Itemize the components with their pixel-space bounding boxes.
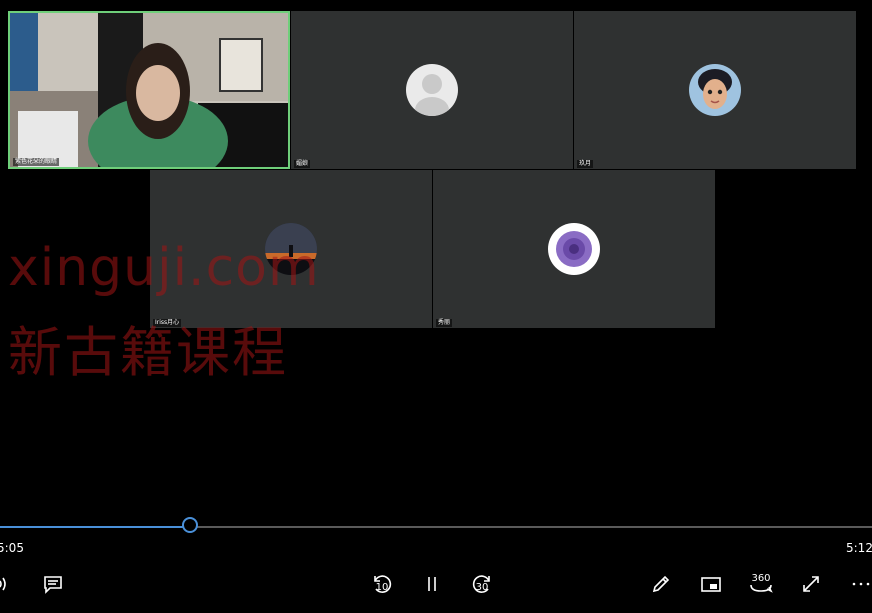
seek-progress xyxy=(0,526,191,528)
participant-name: 媚娘 xyxy=(294,160,311,168)
volume-button[interactable] xyxy=(0,570,18,598)
skip-back-button[interactable]: 10 xyxy=(367,570,397,598)
fullscreen-button[interactable] xyxy=(796,570,826,598)
skip-forward-button[interactable]: 30 xyxy=(467,570,497,598)
participant-name: 玖月 xyxy=(577,160,594,168)
skip-forward-label: 30 xyxy=(475,582,489,593)
participant-tile-1[interactable]: 紫色花朵的眼睛 xyxy=(8,11,290,169)
more-button[interactable] xyxy=(846,570,872,598)
mini-view-button[interactable] xyxy=(696,570,726,598)
total-time: 5:12: xyxy=(846,541,872,555)
pause-icon xyxy=(428,577,436,591)
participant-video xyxy=(10,13,288,167)
participant-tile-3[interactable]: 玖月 xyxy=(574,11,856,169)
sunset-avatar xyxy=(265,223,317,275)
current-time: 5:05 xyxy=(0,541,24,555)
more-icon xyxy=(852,582,870,586)
mini-view-icon xyxy=(701,577,721,592)
subtitles-icon xyxy=(44,576,62,594)
participant-name: 秀丽 xyxy=(436,319,453,327)
participant-tile-5[interactable]: 秀丽 xyxy=(433,170,715,328)
default-avatar-icon xyxy=(406,64,458,116)
participant-tile-2[interactable]: 媚娘 xyxy=(291,11,573,169)
vr-360-label: 360 xyxy=(751,573,771,584)
vr-360-button[interactable]: 360 xyxy=(746,570,776,598)
subtitles-button[interactable] xyxy=(38,570,68,598)
draw-button[interactable] xyxy=(646,570,676,598)
volume-icon xyxy=(0,577,6,591)
cartoon-avatar xyxy=(689,64,741,116)
pen-icon xyxy=(652,575,670,593)
participant-tile-4[interactable]: Iriss月心 xyxy=(150,170,432,328)
seek-thumb[interactable] xyxy=(182,517,199,533)
participant-name: 紫色花朵的眼睛 xyxy=(13,158,60,166)
flower-avatar xyxy=(548,223,600,275)
fullscreen-icon xyxy=(803,576,819,592)
pause-button[interactable] xyxy=(417,570,447,598)
skip-back-label: 10 xyxy=(375,582,389,593)
seek-bar[interactable] xyxy=(0,517,872,533)
participant-name: Iriss月心 xyxy=(153,319,182,327)
